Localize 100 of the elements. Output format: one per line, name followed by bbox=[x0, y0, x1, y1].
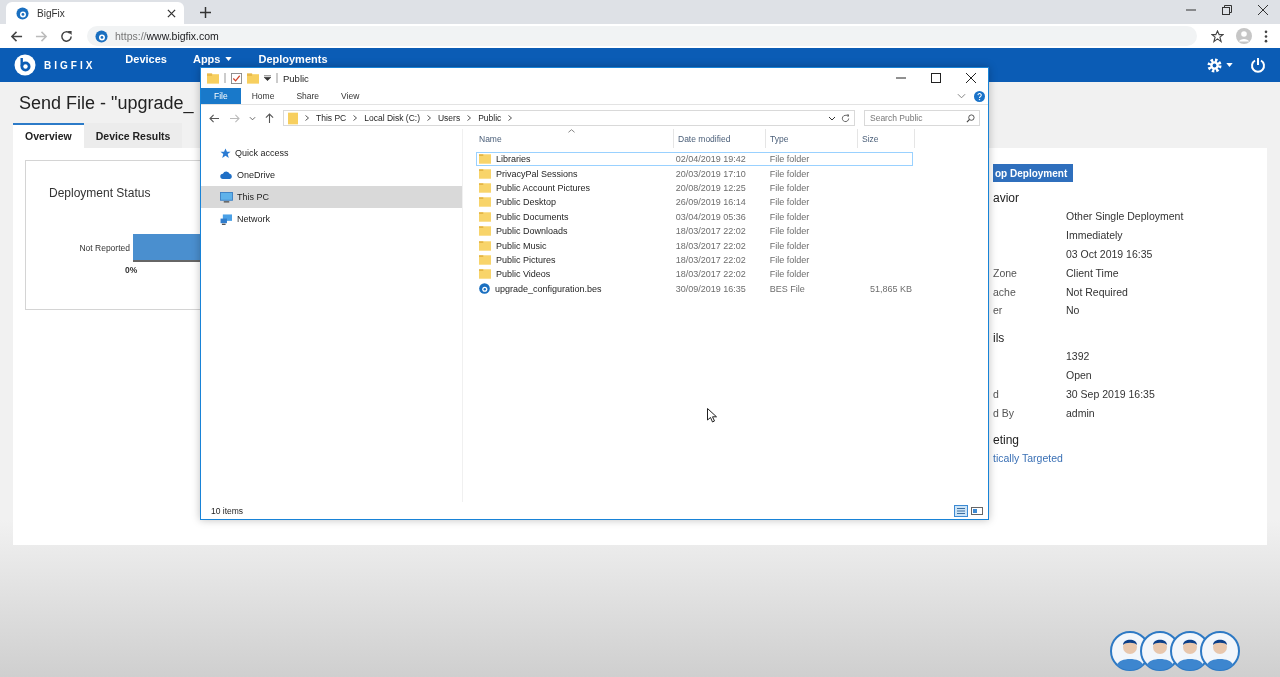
logo-icon bbox=[16, 6, 29, 20]
breadcrumb[interactable]: Public bbox=[478, 113, 502, 123]
back-icon[interactable] bbox=[209, 113, 220, 123]
file-type: File folder bbox=[768, 226, 811, 237]
tab[interactable]: Overview bbox=[13, 123, 84, 148]
folder-icon bbox=[479, 211, 491, 222]
field-value: No bbox=[1066, 304, 1080, 317]
file-type: File folder bbox=[768, 154, 811, 165]
logo-icon bbox=[95, 29, 108, 43]
up-icon[interactable] bbox=[265, 112, 274, 124]
settings-icon[interactable] bbox=[1206, 56, 1223, 74]
column-header[interactable]: Name bbox=[475, 129, 674, 148]
back-icon[interactable] bbox=[10, 29, 23, 43]
field-value: Open bbox=[1066, 368, 1092, 381]
column-header[interactable]: Date modified bbox=[674, 129, 766, 148]
network-icon bbox=[220, 213, 233, 225]
ribbon-tab[interactable]: Home bbox=[240, 88, 286, 104]
breadcrumb[interactable]: This PC bbox=[316, 113, 347, 123]
file-date: 03/04/2019 05:36 bbox=[674, 211, 747, 222]
caret-icon[interactable] bbox=[264, 75, 271, 81]
separator-icon bbox=[276, 73, 278, 83]
file-row[interactable]: Libraries 02/04/2019 19:42 File folder bbox=[476, 152, 913, 167]
logo-icon bbox=[14, 54, 36, 76]
file-date: 30/09/2019 16:35 bbox=[674, 283, 747, 294]
column-header[interactable]: Type bbox=[766, 129, 858, 148]
maximize-icon[interactable] bbox=[931, 73, 941, 83]
tab[interactable]: Device Results bbox=[83, 123, 183, 148]
address-field[interactable]: https://www.bigfix.com bbox=[87, 26, 1197, 46]
ribbon-tab[interactable]: View bbox=[330, 88, 371, 104]
chevron-icon[interactable] bbox=[828, 115, 836, 121]
tiles-view-icon[interactable] bbox=[970, 504, 984, 517]
targeting-link[interactable]: tically Targeted bbox=[993, 451, 1063, 464]
separator-icon bbox=[224, 73, 226, 83]
cloud-icon bbox=[220, 171, 233, 179]
nav-link[interactable]: Deployments bbox=[258, 53, 328, 65]
field-value: 30 Sep 2019 16:35 bbox=[1066, 387, 1155, 400]
menu-icon[interactable] bbox=[1264, 29, 1268, 43]
restore-icon[interactable] bbox=[1222, 5, 1232, 15]
file-name: Public Desktop bbox=[496, 197, 557, 208]
file-date: 18/03/2017 22:02 bbox=[674, 269, 747, 280]
folder-icon bbox=[479, 254, 491, 265]
panel-title: Deployment Status bbox=[49, 186, 151, 200]
folder-icon bbox=[479, 168, 491, 179]
file-type: File folder bbox=[768, 182, 811, 193]
file-row[interactable]: Public Music 18/03/2017 22:02 File folder bbox=[476, 238, 913, 253]
section-heading: ils bbox=[993, 330, 1005, 347]
folder-icon bbox=[207, 72, 219, 84]
computer-icon bbox=[220, 191, 233, 203]
brand-name: BIGFIX bbox=[44, 59, 96, 71]
breadcrumb[interactable]: Local Disk (C:) bbox=[364, 113, 420, 123]
bar-label: Not Reported bbox=[78, 243, 130, 253]
file-name: Public Account Pictures bbox=[496, 182, 591, 193]
field-label: ache bbox=[993, 285, 1016, 298]
deployment-button[interactable]: op Deployment bbox=[993, 164, 1074, 182]
file-name: Public Videos bbox=[496, 269, 551, 280]
file-date: 20/03/2019 17:10 bbox=[674, 168, 747, 179]
search-field[interactable]: Search Public bbox=[864, 110, 980, 126]
nav-item[interactable]: Network bbox=[201, 208, 462, 230]
nav-link[interactable]: Devices bbox=[125, 53, 167, 65]
file-name: Libraries bbox=[496, 154, 531, 165]
field-value: Other Single Deployment bbox=[1066, 210, 1184, 223]
field-value: 03 Oct 2019 16:35 bbox=[1066, 248, 1153, 260]
file-row[interactable]: Public Pictures 18/03/2017 22:02 File folder bbox=[476, 252, 913, 268]
properties-icon[interactable] bbox=[231, 72, 242, 84]
folder-icon bbox=[479, 226, 491, 237]
file-type: File folder bbox=[768, 168, 811, 179]
file-row[interactable]: Public Desktop 26/09/2019 16:14 File folder bbox=[476, 195, 913, 210]
close-icon[interactable] bbox=[1258, 5, 1268, 15]
star-icon[interactable] bbox=[1211, 29, 1224, 43]
file-row[interactable]: Public Account Pictures 20/08/2019 12:25 File folder bbox=[476, 180, 913, 196]
file-name: upgrade_configuration.bes bbox=[495, 283, 602, 294]
power-icon[interactable] bbox=[1250, 57, 1266, 73]
field-label: d bbox=[993, 387, 999, 400]
close-icon[interactable] bbox=[966, 73, 976, 83]
file-row[interactable]: PrivacyPal Sessions 20/03/2019 17:10 File folder bbox=[476, 166, 913, 181]
field-value: admin bbox=[1066, 406, 1095, 419]
breadcrumb[interactable]: Users bbox=[437, 113, 461, 123]
file-type: File folder bbox=[768, 240, 811, 251]
close-icon[interactable] bbox=[167, 8, 176, 18]
browser-tab[interactable]: BigFix bbox=[6, 2, 184, 24]
new-tab-icon[interactable] bbox=[200, 7, 211, 18]
file-row[interactable]: Public Downloads 18/03/2017 22:02 File folder bbox=[476, 223, 913, 239]
nav-item[interactable]: Quick access bbox=[201, 142, 462, 164]
section-heading: avior bbox=[993, 191, 1019, 207]
file-type: BES File bbox=[768, 283, 806, 294]
reload-icon[interactable] bbox=[60, 29, 73, 43]
caret-icon bbox=[1226, 63, 1233, 67]
help-icon[interactable] bbox=[974, 90, 985, 102]
file-row[interactable]: Public Videos 18/03/2017 22:02 File folder bbox=[476, 267, 913, 282]
details-view-icon[interactable] bbox=[954, 504, 968, 517]
address-bar[interactable]: This PC Local Disk (C:) Users Public bbox=[283, 110, 855, 126]
file-row[interactable]: Public Documents 03/04/2019 05:36 File folder bbox=[476, 209, 913, 224]
nav-item[interactable]: OneDrive bbox=[201, 164, 462, 186]
file-row[interactable]: upgrade_configuration.bes 30/09/2019 16:35 BES File 51,865 KB bbox=[476, 281, 913, 296]
refresh-icon[interactable] bbox=[841, 113, 850, 123]
column-header[interactable]: Size bbox=[858, 129, 915, 148]
file-name: PrivacyPal Sessions bbox=[496, 168, 578, 179]
ribbon-tab[interactable]: Share bbox=[285, 88, 331, 104]
nav-link[interactable]: Apps bbox=[192, 53, 233, 65]
nav-item[interactable]: This PC bbox=[201, 186, 462, 208]
